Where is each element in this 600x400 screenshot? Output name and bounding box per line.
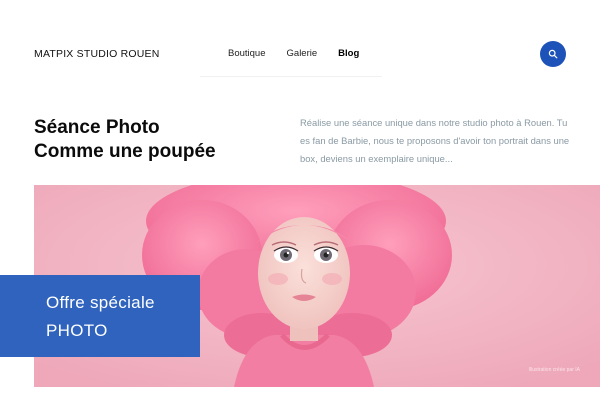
offer-line-1: Offre spéciale	[46, 293, 155, 312]
page-title-line-2: Comme une poupée	[34, 141, 216, 162]
brand-logo-link[interactable]: MATPIX STUDIO ROUEN	[34, 48, 160, 60]
search-icon	[548, 49, 558, 59]
nav-divider	[200, 76, 382, 77]
page-title: Séance Photo Comme une poupée	[34, 116, 216, 164]
nav-item-blog[interactable]: Blog	[338, 48, 359, 59]
main-nav: Boutique Galerie Blog	[228, 48, 359, 59]
page-title-line-1: Séance Photo	[34, 117, 160, 138]
offer-line-2: PHOTO	[46, 321, 108, 340]
search-button[interactable]	[540, 41, 566, 67]
nav-item-boutique[interactable]: Boutique	[228, 48, 266, 59]
image-caption: Illustration créée par IA	[528, 367, 580, 373]
site-header: MATPIX STUDIO ROUEN Boutique Galerie Blo…	[0, 0, 600, 100]
hero-description: Réalise une séance unique dans notre stu…	[300, 117, 570, 164]
nav-item-galerie[interactable]: Galerie	[287, 48, 318, 59]
special-offer-card[interactable]: Offre spéciale PHOTO	[0, 275, 200, 357]
